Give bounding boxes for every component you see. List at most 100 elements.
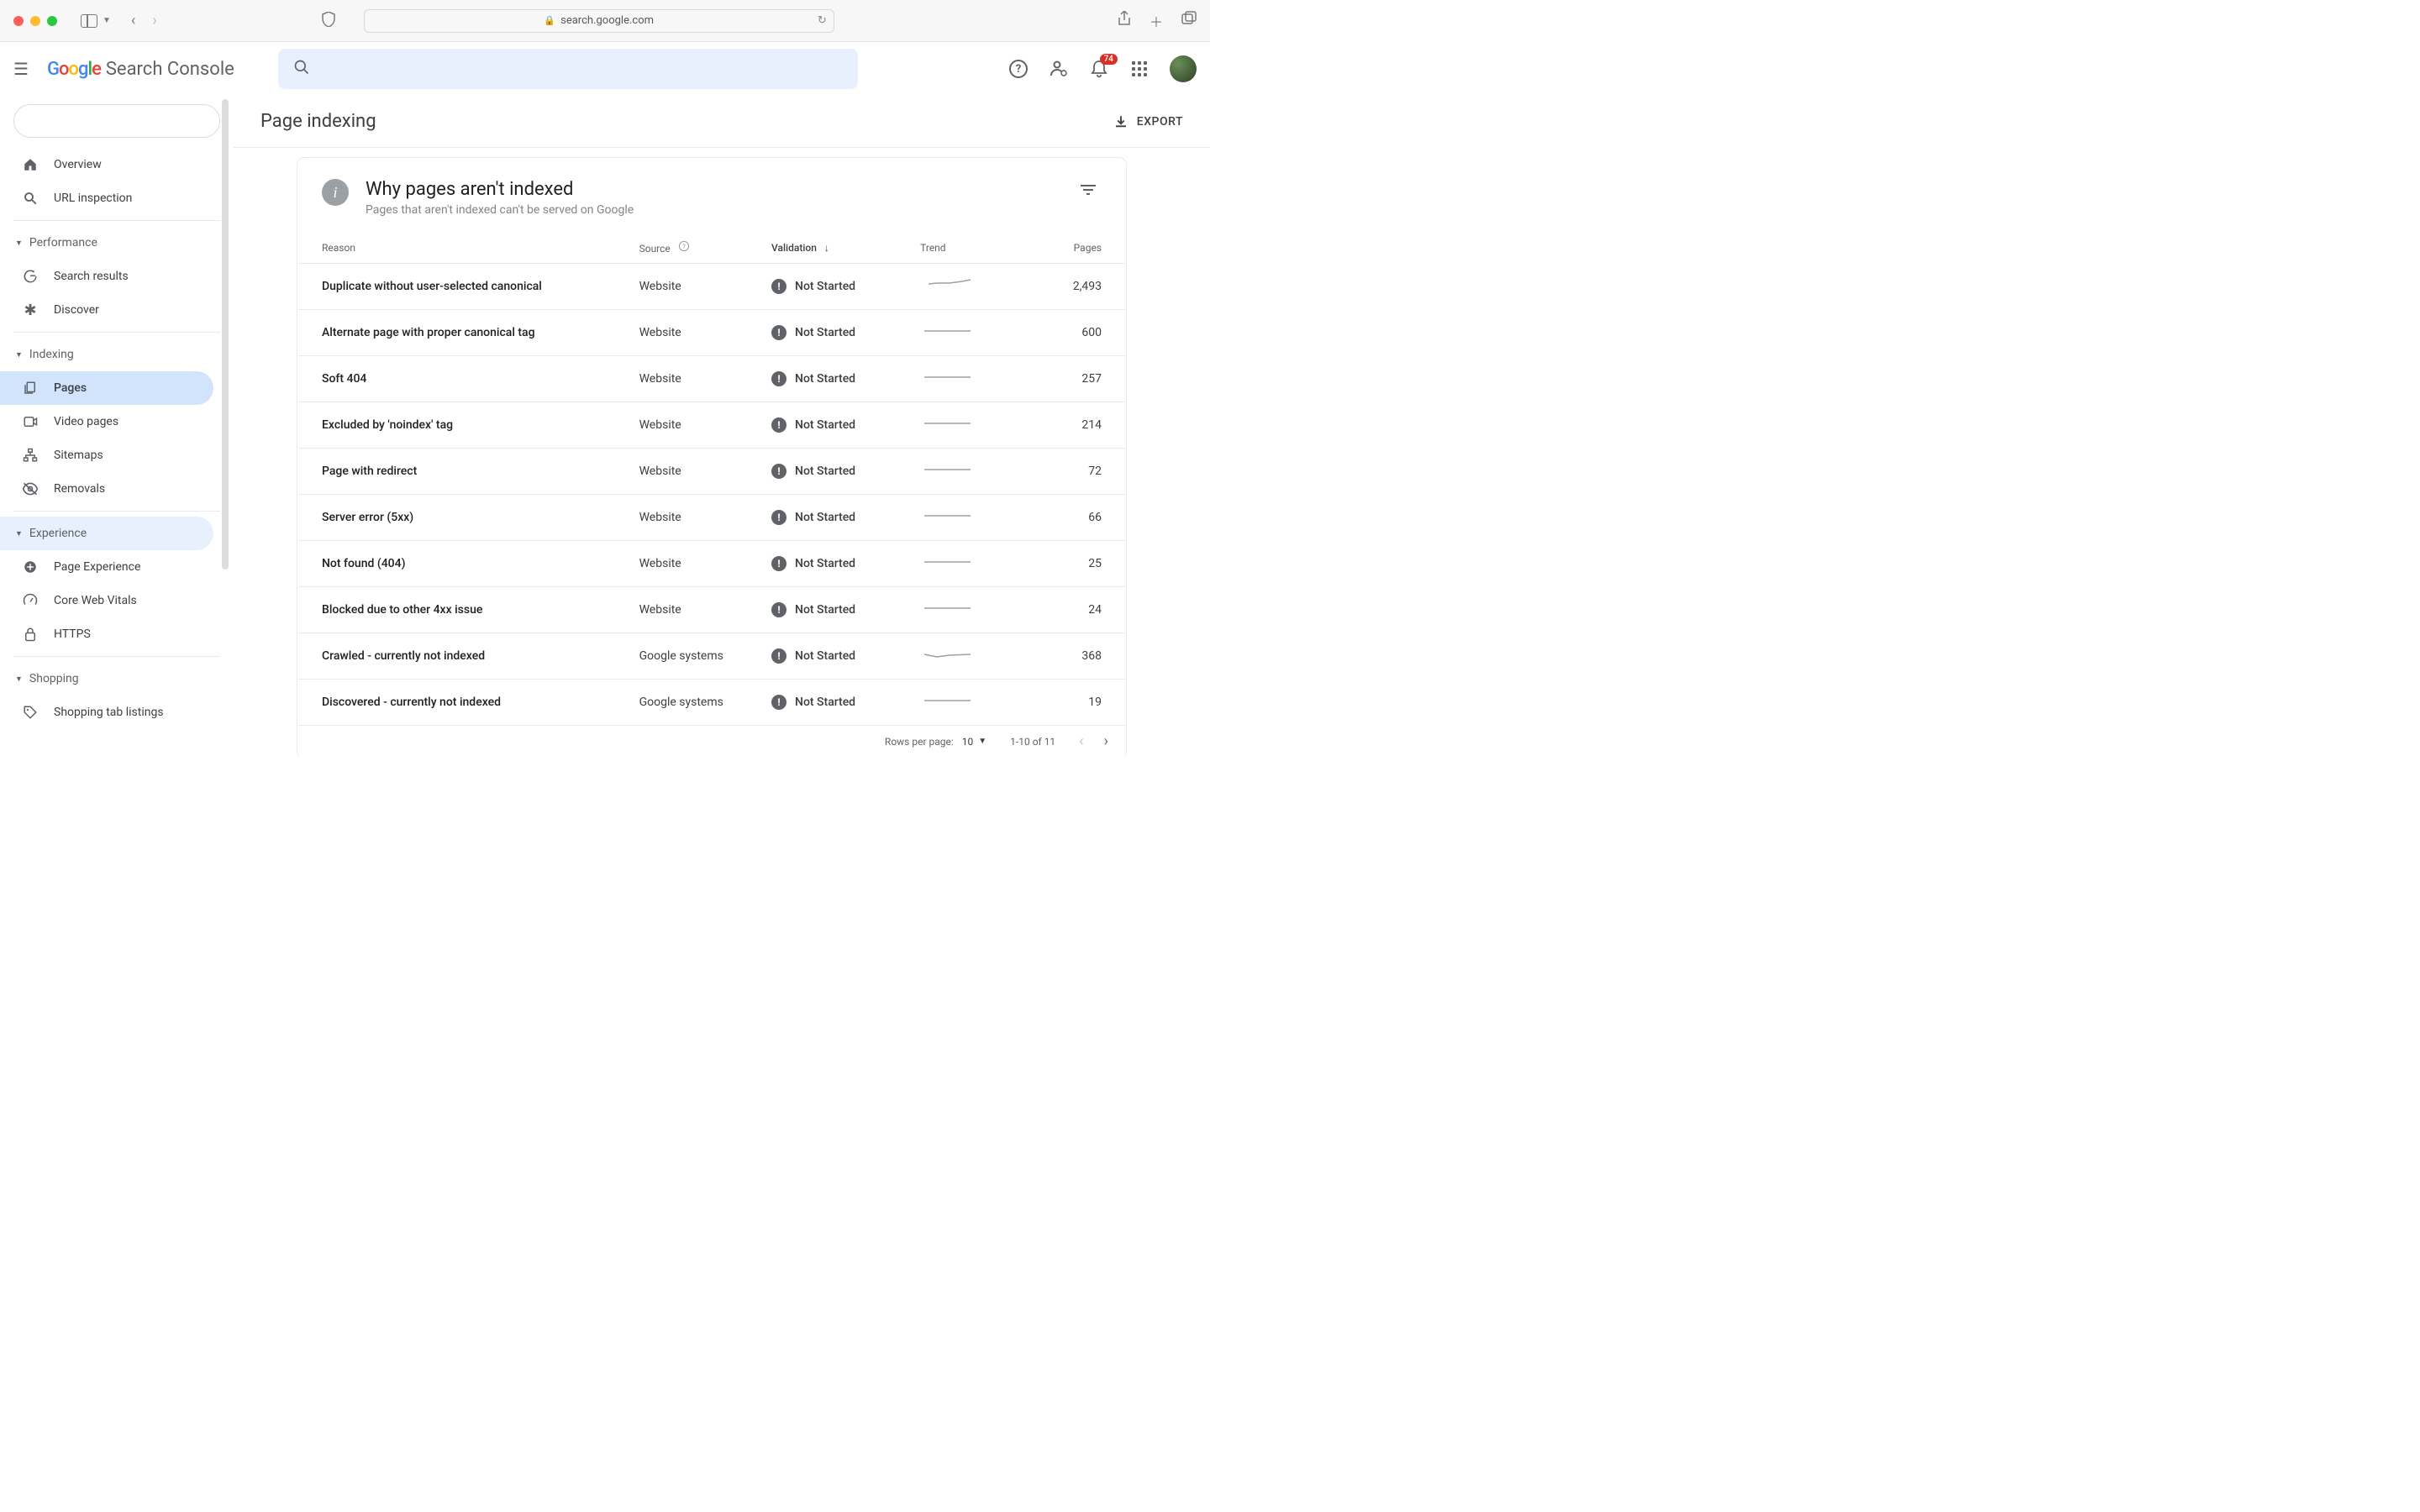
not-started-icon: !	[771, 648, 786, 664]
table-row[interactable]: Duplicate without user-selected canonica…	[298, 264, 1125, 310]
card-title: Why pages aren't indexed	[366, 179, 634, 200]
pages-icon	[22, 381, 39, 396]
visibility-off-icon	[22, 481, 39, 496]
sidebar-item-url-inspection[interactable]: URL inspection	[0, 181, 213, 215]
table-row[interactable]: Alternate page with proper canonical tag…	[298, 310, 1125, 356]
svg-text:?: ?	[682, 243, 686, 250]
table-row[interactable]: Discovered - currently not indexed Googl…	[298, 680, 1125, 726]
card-header: i Why pages aren't indexed Pages that ar…	[298, 159, 1125, 232]
product-logo[interactable]: Google Search Console	[47, 59, 234, 80]
address-bar[interactable]: 🔒 search.google.com ↻	[364, 9, 834, 33]
forward-button: ›	[152, 12, 156, 29]
page-header: Page indexing EXPORT	[234, 96, 1210, 148]
col-trend[interactable]: Trend	[910, 232, 1026, 264]
export-label: EXPORT	[1137, 115, 1183, 129]
sidebar-section-indexing[interactable]: ▼ Indexing	[0, 338, 234, 371]
trend-cell	[910, 264, 1026, 310]
col-validation[interactable]: Validation ↓	[761, 232, 910, 264]
source-cell: Website	[629, 310, 761, 356]
user-settings-button[interactable]	[1049, 59, 1069, 79]
sidebar-item-sitemaps[interactable]: Sitemaps	[0, 438, 213, 472]
notification-badge: 74	[1100, 54, 1118, 65]
sidebar-section-experience[interactable]: ▼ Experience	[0, 517, 213, 550]
section-label: Experience	[29, 527, 87, 540]
table-row[interactable]: Not found (404) Website ! Not Started 25	[298, 541, 1125, 587]
prev-page-button: ‹	[1079, 732, 1083, 750]
rows-per-page-select[interactable]: 10 ▼	[962, 736, 986, 748]
col-pages[interactable]: Pages	[1026, 232, 1125, 264]
pages-cell: 600	[1026, 310, 1125, 356]
reason-cell: Not found (404)	[298, 541, 629, 587]
next-page-button[interactable]: ›	[1104, 732, 1108, 750]
export-button[interactable]: EXPORT	[1113, 114, 1183, 129]
sidebar-item-pages[interactable]: Pages	[0, 371, 213, 405]
menu-button[interactable]: ☰	[13, 59, 34, 79]
table-row[interactable]: Excluded by 'noindex' tag Website ! Not …	[298, 402, 1125, 449]
new-tab-icon[interactable]: ＋	[1150, 11, 1163, 31]
divider	[13, 220, 220, 221]
sidebar-item-overview[interactable]: Overview	[0, 148, 213, 181]
lock-icon	[22, 627, 39, 642]
scrollbar[interactable]	[222, 99, 229, 570]
refresh-icon[interactable]: ↻	[818, 14, 827, 27]
sidebar: Overview URL inspection ▼ Performance Se…	[0, 96, 234, 756]
close-window-button[interactable]	[13, 16, 24, 26]
not-started-icon: !	[771, 556, 786, 571]
browser-toolbar: ▼ ‹ › 🔒 search.google.com ↻ ＋	[0, 0, 1210, 42]
source-cell: Website	[629, 356, 761, 402]
chevron-down-icon[interactable]: ▼	[103, 16, 111, 25]
not-started-icon: !	[771, 695, 786, 710]
sidebar-toggle-icon[interactable]	[81, 14, 97, 28]
sidebar-item-discover[interactable]: ✱ Discover	[0, 293, 213, 327]
share-icon[interactable]	[1118, 11, 1131, 31]
privacy-shield-icon[interactable]	[322, 12, 335, 30]
sidebar-item-page-experience[interactable]: Page Experience	[0, 550, 213, 584]
sidebar-item-removals[interactable]: Removals	[0, 472, 213, 506]
maximize-window-button[interactable]	[47, 16, 57, 26]
table-row[interactable]: Page with redirect Website ! Not Started…	[298, 449, 1125, 495]
sidebar-item-label: Video pages	[54, 415, 118, 428]
filter-button[interactable]	[1075, 179, 1102, 204]
property-selector[interactable]	[13, 104, 220, 138]
table-row[interactable]: Blocked due to other 4xx issue Website !…	[298, 587, 1125, 633]
dropdown-icon: ▼	[978, 737, 986, 746]
reason-cell: Discovered - currently not indexed	[298, 680, 629, 726]
col-reason[interactable]: Reason	[298, 232, 629, 264]
notifications-button[interactable]: 74	[1089, 59, 1109, 79]
validation-cell: ! Not Started	[761, 495, 910, 541]
sidebar-item-search-results[interactable]: Search results	[0, 260, 213, 293]
minimize-window-button[interactable]	[30, 16, 40, 26]
reason-cell: Soft 404	[298, 356, 629, 402]
tabs-icon[interactable]	[1181, 11, 1197, 31]
help-button[interactable]: ?	[1008, 59, 1028, 79]
source-cell: Website	[629, 587, 761, 633]
sidebar-item-https[interactable]: HTTPS	[0, 617, 213, 651]
divider	[13, 656, 220, 657]
sidebar-item-label: Discover	[54, 303, 99, 317]
help-icon[interactable]: ?	[678, 243, 690, 255]
apps-button[interactable]	[1129, 59, 1150, 79]
back-button[interactable]: ‹	[131, 12, 135, 29]
table-row[interactable]: Soft 404 Website ! Not Started 257	[298, 356, 1125, 402]
sidebar-item-shopping-listings[interactable]: Shopping tab listings	[0, 696, 213, 729]
col-source[interactable]: Source ?	[629, 232, 761, 264]
plus-circle-icon	[22, 559, 39, 575]
pages-cell: 24	[1026, 587, 1125, 633]
page-title: Page indexing	[260, 111, 376, 132]
table-row[interactable]: Server error (5xx) Website ! Not Started…	[298, 495, 1125, 541]
sidebar-item-label: Search results	[54, 270, 129, 283]
sidebar-section-shopping[interactable]: ▼ Shopping	[0, 662, 234, 696]
table-row[interactable]: Crawled - currently not indexed Google s…	[298, 633, 1125, 680]
sidebar-item-core-web-vitals[interactable]: Core Web Vitals	[0, 584, 213, 617]
sitemap-icon	[22, 448, 39, 463]
video-icon	[22, 414, 39, 429]
search-bar[interactable]	[278, 49, 858, 89]
sidebar-section-performance[interactable]: ▼ Performance	[0, 226, 234, 260]
speedometer-icon	[22, 593, 39, 608]
sidebar-item-video-pages[interactable]: Video pages	[0, 405, 213, 438]
tag-icon	[22, 705, 39, 720]
source-cell: Google systems	[629, 680, 761, 726]
card-subtitle: Pages that aren't indexed can't be serve…	[366, 203, 634, 217]
sort-down-icon: ↓	[824, 242, 829, 254]
account-avatar[interactable]	[1170, 55, 1197, 82]
